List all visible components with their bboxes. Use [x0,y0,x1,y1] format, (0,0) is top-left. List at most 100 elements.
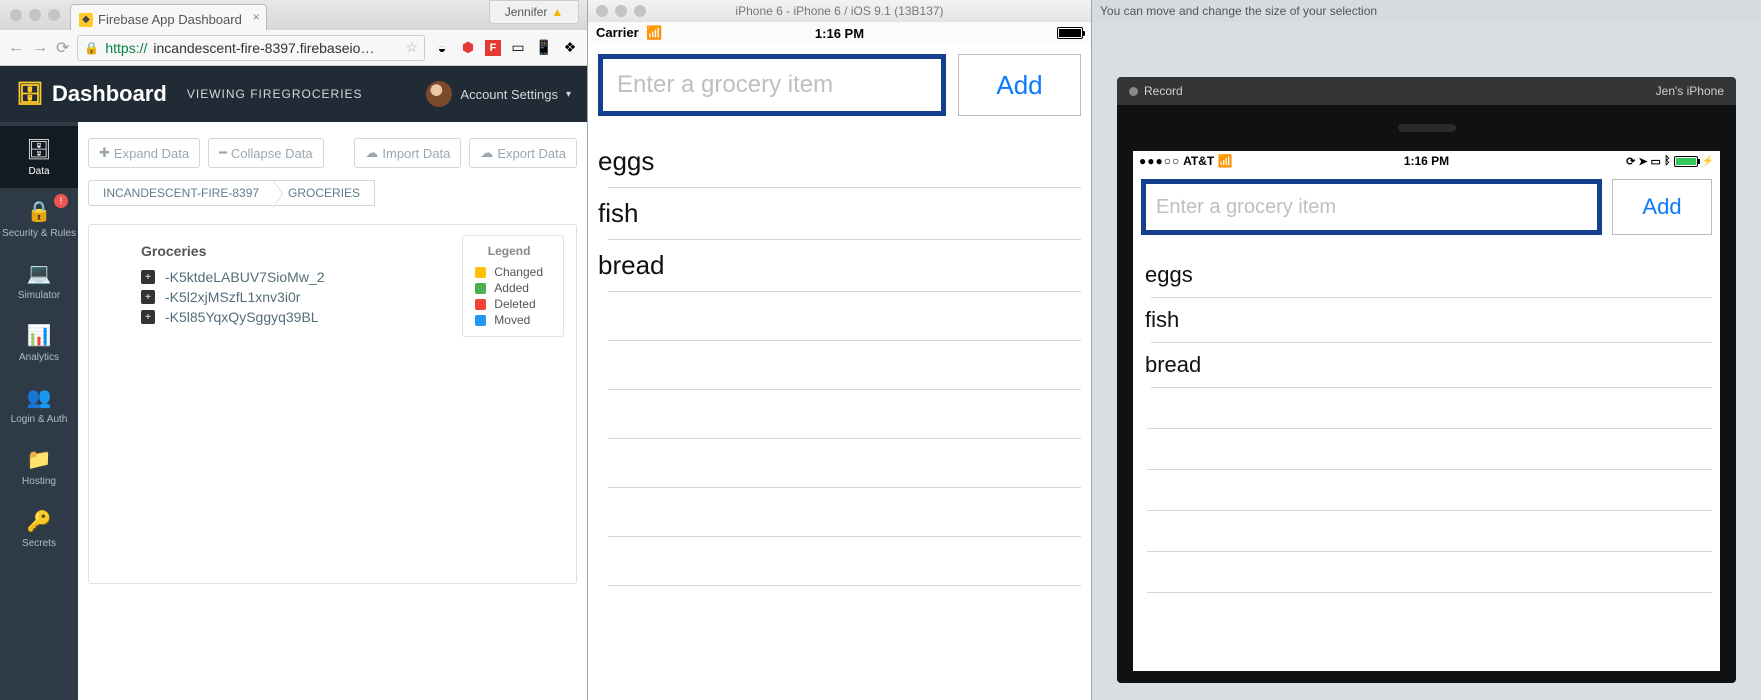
list-item[interactable]: fish [1141,298,1712,342]
sidebar-item-login[interactable]: 👥 Login & Auth [0,374,78,436]
viewing-label: VIEWING FIREGROCERIES [187,87,363,101]
close-icon[interactable] [596,5,608,17]
list-item[interactable]: fish [598,188,1081,239]
record-label: Record [1144,84,1183,98]
ios-status-bar: Carrier 📶 1:16 PM [588,22,1091,44]
expand-data-button[interactable]: ✚ Expand Data [88,138,200,168]
address-bar[interactable]: 🔒 https://incandescent-fire-8397.firebas… [77,35,425,61]
list-item[interactable]: bread [1141,343,1712,387]
grocery-input[interactable] [1141,179,1602,235]
tab-close-icon[interactable]: × [253,10,260,24]
export-data-button[interactable]: ☁ Export Data [469,138,577,168]
legend-row: Moved [475,312,543,328]
chrome-toolbar: ← → ⟳ 🔒 https://incandescent-fire-8397.f… [0,30,587,66]
chrome-profile-chip[interactable]: Jennifer ▲ [489,0,579,24]
add-button[interactable]: Add [1612,179,1712,235]
swatch-icon [475,299,486,310]
users-icon: 👥 [27,385,52,410]
minimize-icon[interactable] [29,9,41,21]
phone-icon[interactable]: 📱 [535,39,553,57]
sidebar-item-data[interactable]: 🗄Data [0,126,78,188]
firebase-main: 🗄Data 🔒!Security & Rules 💻Simulator 📊 Ana… [0,122,587,700]
tab-title: Firebase App Dashboard [98,12,242,27]
chrome-tabstrip: ◆ Firebase App Dashboard × Jennifer ▲ [0,0,587,30]
star-icon[interactable]: ☆ [405,39,418,56]
window-controls[interactable] [10,9,60,21]
device-screen: ●●●○○ AT&T 📶 1:16 PM ⟳ ➤ ▭ ᛒ ⚡ Add eggs … [1133,151,1720,671]
legend: Legend Changed Added Deleted Moved [462,235,564,337]
selection-hint: You can move and change the size of your… [1092,0,1761,22]
legend-row: Changed [475,264,543,280]
adblock-icon[interactable]: ⬢ [459,39,477,57]
chrome-window: ◆ Firebase App Dashboard × Jennifer ▲ ← … [0,0,588,700]
extension-icon[interactable]: ▭ [509,39,527,57]
firebase-favicon-icon: ◆ [79,13,93,27]
simulator-titlebar: iPhone 6 - iPhone 6 / iOS 9.1 (13B137) [588,0,1091,22]
browser-tab[interactable]: ◆ Firebase App Dashboard × [70,4,267,30]
quicktime-toolbar: Record Jen's iPhone [1117,77,1736,105]
zoom-icon[interactable] [48,9,60,21]
warning-icon: ▲ [551,5,563,19]
button-label: Expand Data [114,146,189,161]
expand-icon[interactable]: + [141,290,155,304]
sidebar-item-analytics[interactable]: 📊 Analytics [0,312,78,374]
empty-rows [1141,428,1712,593]
rotation-lock-icon: ⟳ [1626,155,1635,168]
empty-rows [598,340,1081,586]
input-row: Add [598,54,1081,116]
sidebar-item-label: Analytics [19,352,59,363]
pocket-icon[interactable]: ◒ [433,39,451,57]
add-button[interactable]: Add [958,54,1081,116]
flipboard-icon[interactable]: F [485,40,501,56]
account-menu[interactable]: Account Settings ▾ [426,81,571,107]
reload-icon[interactable]: ⟳ [56,38,69,58]
chart-icon: 📊 [27,323,52,348]
logo-text: Dashboard [52,81,167,107]
url-scheme: https:// [105,40,147,56]
sidebar-item-label: Secrets [22,538,56,549]
carrier-label: Carrier [596,25,639,40]
firebase-logo[interactable]: 🗄 Dashboard [16,81,167,107]
legend-label: Changed [494,265,543,279]
sidebar-item-hosting[interactable]: 📁Hosting [0,436,78,498]
swatch-icon [475,315,486,326]
sidebar-item-label: Data [28,166,49,177]
battery-icon [1674,156,1698,167]
folder-icon: 📁 [27,447,52,472]
node-key: -K5ktdeLABUV7SioMw_2 [165,269,325,285]
close-icon[interactable] [10,9,22,21]
forward-icon[interactable]: → [32,39,48,57]
import-data-button[interactable]: ☁ Import Data [354,138,461,168]
slack-icon[interactable]: ❖ [561,39,579,57]
laptop-icon: 💻 [27,261,52,286]
legend-label: Deleted [494,297,535,311]
minimize-icon[interactable] [615,5,627,17]
collapse-data-button[interactable]: ━ Collapse Data [208,138,323,168]
expand-icon[interactable]: + [141,270,155,284]
record-button[interactable]: Record [1129,84,1183,98]
window-controls[interactable] [596,5,646,17]
bluetooth-icon: ᛒ [1664,155,1671,167]
sidebar-item-simulator[interactable]: 💻Simulator [0,250,78,312]
node-key: -K5l85YqxQySggyq39BL [165,309,319,325]
list-item[interactable]: eggs [598,136,1081,187]
database-icon: 🗄 [16,81,44,107]
legend-row: Deleted [475,296,543,312]
breadcrumb-item[interactable]: INCANDESCENT-FIRE-8397 [88,180,274,206]
list-item[interactable]: eggs [1141,253,1712,297]
sidebar-item-secrets[interactable]: 🔑Secrets [0,498,78,560]
input-row: Add [1141,179,1712,235]
zoom-icon[interactable] [634,5,646,17]
url-text: incandescent-fire-8397.firebaseio… [153,40,374,56]
carrier-label: AT&T [1183,154,1214,168]
button-label: Export Data [497,146,566,161]
grocery-input[interactable] [598,54,946,116]
back-icon[interactable]: ← [8,39,24,57]
breadcrumb-item[interactable]: GROCERIES [273,180,375,206]
sidebar-item-security[interactable]: 🔒!Security & Rules [0,188,78,250]
expand-icon[interactable]: + [141,310,155,324]
device-name[interactable]: Jen's iPhone [1656,84,1724,98]
list-item[interactable]: bread [598,240,1081,291]
sidebar-item-label: Login & Auth [11,414,68,425]
button-label: Import Data [382,146,450,161]
